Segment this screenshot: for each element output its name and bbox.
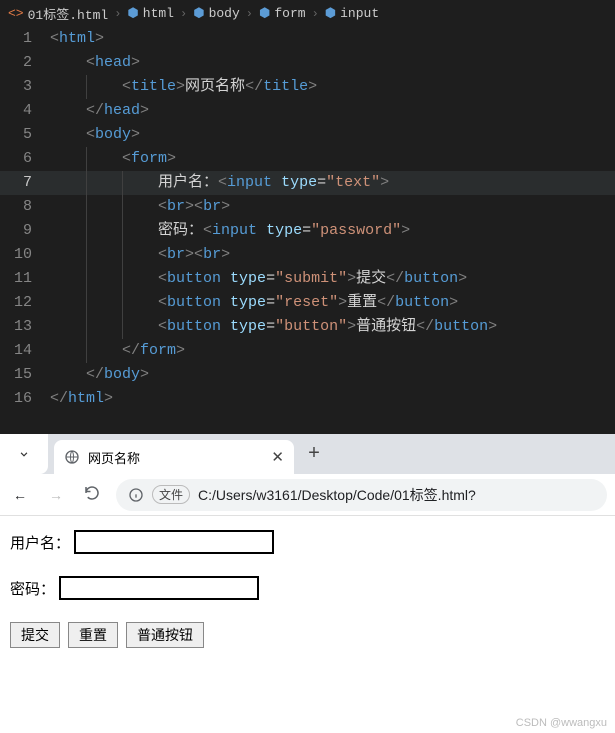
- file-icon: <>: [8, 6, 24, 21]
- code-area[interactable]: 1<html> 2 <head> 3 <title>网页名称</title> 4…: [0, 27, 615, 411]
- chevron-right-icon: ›: [114, 7, 121, 21]
- line-number: 5: [0, 123, 50, 147]
- cube-icon: ⬢: [259, 6, 270, 21]
- line-number: 3: [0, 75, 50, 99]
- normal-button[interactable]: 普通按钮: [126, 622, 204, 648]
- line-number: 4: [0, 99, 50, 123]
- browser-tab[interactable]: 网页名称 ✕: [54, 440, 294, 474]
- cube-icon: ⬢: [193, 6, 204, 21]
- watermark: CSDN @wwangxu: [516, 717, 607, 729]
- breadcrumb[interactable]: <> 01标签.html › ⬢html › ⬢body › ⬢form › ⬢…: [0, 0, 615, 27]
- username-label: 用户名：: [10, 532, 70, 553]
- new-tab-button[interactable]: +: [308, 443, 320, 466]
- line-number: 6: [0, 147, 50, 171]
- chevron-right-icon: ›: [246, 7, 253, 21]
- forward-button[interactable]: →: [44, 487, 68, 503]
- info-icon: [128, 487, 144, 503]
- address-bar[interactable]: 文件 C:/Users/w3161/Desktop/Code/01标签.html…: [116, 479, 607, 511]
- browser-toolbar: ← → 文件 C:/Users/w3161/Desktop/Code/01标签.…: [0, 474, 615, 516]
- breadcrumb-input[interactable]: ⬢input: [325, 6, 379, 21]
- reload-button[interactable]: [80, 484, 104, 505]
- chevron-down-icon: [17, 447, 31, 461]
- chevron-right-icon: ›: [180, 7, 187, 21]
- close-icon[interactable]: ✕: [271, 448, 284, 466]
- file-chip: 文件: [152, 485, 190, 504]
- line-number: 2: [0, 51, 50, 75]
- browser-tabbar: 网页名称 ✕ +: [0, 434, 615, 474]
- chevron-right-icon: ›: [312, 7, 319, 21]
- line-number: 9: [0, 219, 50, 243]
- globe-icon: [64, 449, 80, 465]
- breadcrumb-body[interactable]: ⬢body: [193, 6, 240, 21]
- breadcrumb-html[interactable]: ⬢html: [127, 6, 174, 21]
- line-number: 11: [0, 267, 50, 291]
- line-number: 14: [0, 339, 50, 363]
- browser-window: 网页名称 ✕ + ← → 文件 C:/Users/w3161/Desktop/C…: [0, 434, 615, 733]
- line-number: 7: [0, 171, 50, 195]
- username-input[interactable]: [74, 530, 274, 554]
- line-number: 15: [0, 363, 50, 387]
- back-button[interactable]: ←: [8, 487, 32, 503]
- line-number: 13: [0, 315, 50, 339]
- line-number: 10: [0, 243, 50, 267]
- line-number: 16: [0, 387, 50, 411]
- line-number: 8: [0, 195, 50, 219]
- breadcrumb-form[interactable]: ⬢form: [259, 6, 306, 21]
- reset-button[interactable]: 重置: [68, 622, 118, 648]
- reload-icon: [83, 484, 101, 502]
- password-label: 密码：: [10, 578, 55, 599]
- url-text: C:/Users/w3161/Desktop/Code/01标签.html?: [198, 485, 476, 505]
- cube-icon: ⬢: [127, 6, 138, 21]
- submit-button[interactable]: 提交: [10, 622, 60, 648]
- line-number: 12: [0, 291, 50, 315]
- code-editor: <> 01标签.html › ⬢html › ⬢body › ⬢form › ⬢…: [0, 0, 615, 434]
- cube-icon: ⬢: [325, 6, 336, 21]
- password-input[interactable]: [59, 576, 259, 600]
- line-number: 1: [0, 27, 50, 51]
- tab-search-button[interactable]: [0, 434, 48, 474]
- tab-title: 网页名称: [88, 448, 263, 467]
- breadcrumb-file[interactable]: <> 01标签.html: [8, 4, 108, 23]
- page-content: 用户名： 密码： 提交 重置 普通按钮: [0, 516, 615, 662]
